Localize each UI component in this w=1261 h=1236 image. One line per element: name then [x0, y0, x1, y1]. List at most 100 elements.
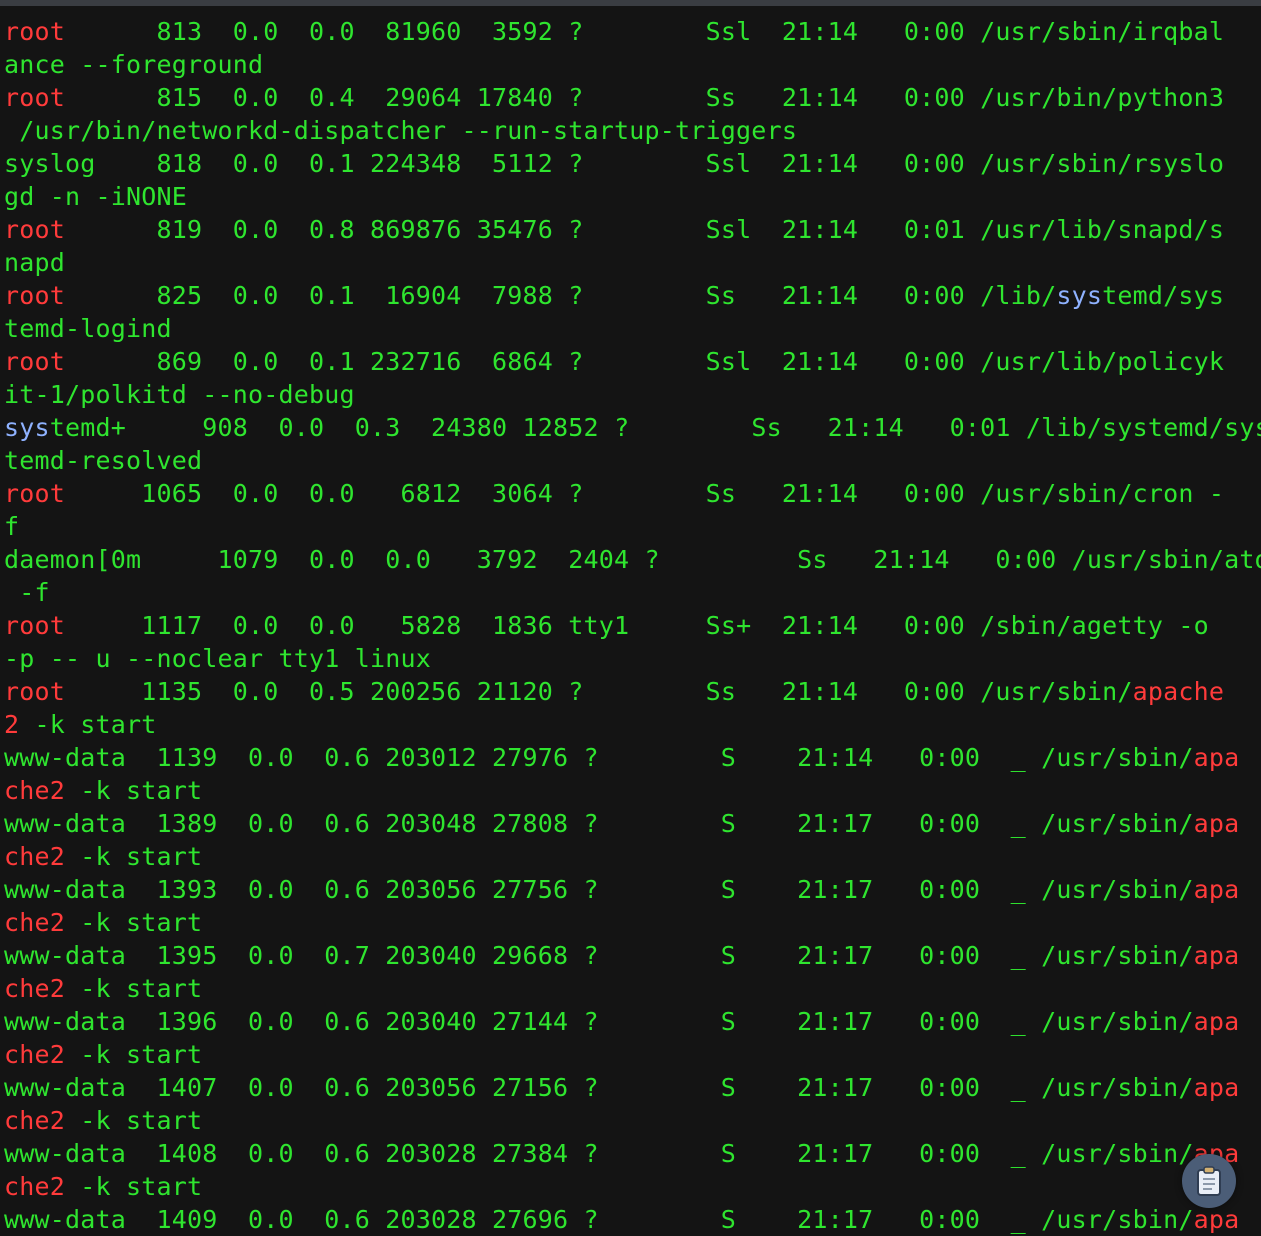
terminal-line: che2 -k start	[4, 1038, 1260, 1071]
terminal-line: www-data 1389 0.0 0.6 203048 27808 ? S 2…	[4, 807, 1260, 840]
terminal-text: www-data 1393 0.0 0.6 203056 27756 ? S 2…	[4, 875, 1194, 904]
terminal-text: /usr/bin/networkd-dispatcher --run-start…	[4, 116, 798, 145]
terminal-text: 869 0.0 0.1 232716 6864 ? Ssl 21:14 0:00…	[65, 347, 1225, 376]
terminal-text: apa	[1193, 875, 1240, 904]
terminal-text: che2	[4, 1172, 66, 1201]
terminal-text: root	[4, 215, 66, 244]
terminal-line: www-data 1408 0.0 0.6 203028 27384 ? S 2…	[4, 1137, 1260, 1170]
terminal-text: 825 0.0 0.1 16904 7988 ? Ss 21:14 0:00 /…	[65, 281, 1057, 310]
terminal-line: root 815 0.0 0.4 29064 17840 ? Ss 21:14 …	[4, 81, 1260, 114]
terminal-text: 1135 0.0 0.5 200256 21120 ? Ss 21:14 0:0…	[65, 677, 1133, 706]
terminal-text: apa	[1193, 941, 1240, 970]
clipboard-icon	[1197, 1166, 1221, 1196]
terminal-text: -k start	[65, 974, 203, 1003]
terminal-text: www-data 1395 0.0 0.7 203040 29668 ? S 2…	[4, 941, 1194, 970]
terminal-line: temd-resolved	[4, 444, 1260, 477]
terminal-text: www-data 1389 0.0 0.6 203048 27808 ? S 2…	[4, 809, 1194, 838]
terminal-text: -p -- u --noclear tty1 linux	[4, 644, 432, 673]
terminal-line: -p -- u --noclear tty1 linux	[4, 642, 1260, 675]
terminal-text: apa	[1193, 1007, 1240, 1036]
terminal-line: root 869 0.0 0.1 232716 6864 ? Ssl 21:14…	[4, 345, 1260, 378]
terminal-text: daemon[0m 1079 0.0 0.0 3792 2404 ? Ss 21…	[4, 545, 1261, 574]
terminal-line: gd -n -iNONE	[4, 180, 1260, 213]
terminal-line: che2 -k start	[4, 972, 1260, 1005]
terminal-line: it-1/polkitd --no-debug	[4, 378, 1260, 411]
terminal-line: temd-logind	[4, 312, 1260, 345]
terminal-line: root 825 0.0 0.1 16904 7988 ? Ss 21:14 0…	[4, 279, 1260, 312]
terminal-line: root 813 0.0 0.0 81960 3592 ? Ssl 21:14 …	[4, 15, 1260, 48]
terminal-text: it-1/polkitd --no-debug	[4, 380, 355, 409]
terminal-text: che2	[4, 1106, 66, 1135]
terminal-line: root 1135 0.0 0.5 200256 21120 ? Ss 21:1…	[4, 675, 1260, 708]
terminal-text: root	[4, 83, 66, 112]
terminal-line: syslog 818 0.0 0.1 224348 5112 ? Ssl 21:…	[4, 147, 1260, 180]
terminal-line: www-data 1407 0.0 0.6 203056 27156 ? S 2…	[4, 1071, 1260, 1104]
terminal-text: f	[4, 512, 20, 541]
terminal-text: apa	[1193, 1205, 1240, 1234]
terminal-line: www-data 1409 0.0 0.6 203028 27696 ? S 2…	[4, 1203, 1260, 1236]
terminal-text: -k start	[65, 842, 203, 871]
terminal-text: temd-resolved	[4, 446, 203, 475]
terminal-text: -k start	[65, 1040, 203, 1069]
terminal-line: che2 -k start	[4, 774, 1260, 807]
terminal-text: -k start	[65, 776, 203, 805]
terminal-text: sys	[4, 413, 50, 442]
terminal-text: temd/sys	[1102, 281, 1225, 310]
terminal-line: www-data 1139 0.0 0.6 203012 27976 ? S 2…	[4, 741, 1260, 774]
terminal-text: 815 0.0 0.4 29064 17840 ? Ss 21:14 0:00 …	[65, 83, 1225, 112]
terminal-text: che2	[4, 842, 66, 871]
terminal-line: www-data 1393 0.0 0.6 203056 27756 ? S 2…	[4, 873, 1260, 906]
terminal-text: apa	[1193, 1073, 1240, 1102]
terminal-line: che2 -k start	[4, 840, 1260, 873]
terminal-line: che2 -k start	[4, 1104, 1260, 1137]
terminal-text: che2	[4, 776, 66, 805]
terminal-line: daemon[0m 1079 0.0 0.0 3792 2404 ? Ss 21…	[4, 543, 1261, 576]
terminal-text: 2	[4, 710, 20, 739]
terminal-text: 819 0.0 0.8 869876 35476 ? Ssl 21:14 0:0…	[65, 215, 1225, 244]
terminal-text: -k start	[65, 1106, 203, 1135]
terminal-text: 1117 0.0 0.0 5828 1836 tty1 Ss+ 21:14 0:…	[65, 611, 1209, 640]
terminal-line: root 1065 0.0 0.0 6812 3064 ? Ss 21:14 0…	[4, 477, 1260, 510]
terminal-text: che2	[4, 908, 66, 937]
terminal-text: www-data 1396 0.0 0.6 203040 27144 ? S 2…	[4, 1007, 1194, 1036]
terminal-text: -f	[4, 578, 50, 607]
clipboard-button[interactable]	[1182, 1154, 1236, 1208]
terminal-line: root 819 0.0 0.8 869876 35476 ? Ssl 21:1…	[4, 213, 1260, 246]
terminal-text: temd-logind	[4, 314, 172, 343]
terminal-line: napd	[4, 246, 1260, 279]
terminal-text: 813 0.0 0.0 81960 3592 ? Ssl 21:14 0:00 …	[65, 17, 1225, 46]
terminal-text: -k start	[19, 710, 157, 739]
terminal-text: root	[4, 677, 66, 706]
terminal-line: che2 -k start	[4, 906, 1260, 939]
terminal-text: root	[4, 479, 66, 508]
terminal-text: apa	[1193, 809, 1240, 838]
terminal-text: www-data 1408 0.0 0.6 203028 27384 ? S 2…	[4, 1139, 1194, 1168]
terminal-text: -k start	[65, 908, 203, 937]
terminal-line: f	[4, 510, 1260, 543]
terminal-text: temd+ 908 0.0 0.3 24380 12852 ? Ss 21:14…	[49, 413, 1261, 442]
terminal-line: www-data 1396 0.0 0.6 203040 27144 ? S 2…	[4, 1005, 1260, 1038]
terminal-text: root	[4, 611, 66, 640]
window-top-strip	[0, 0, 1261, 6]
terminal-output[interactable]: root 813 0.0 0.0 81960 3592 ? Ssl 21:14 …	[4, 15, 1261, 1236]
terminal-text: 1065 0.0 0.0 6812 3064 ? Ss 21:14 0:00 /…	[65, 479, 1225, 508]
terminal-text: www-data 1407 0.0 0.6 203056 27156 ? S 2…	[4, 1073, 1194, 1102]
terminal-text: www-data 1409 0.0 0.6 203028 27696 ? S 2…	[4, 1205, 1194, 1234]
terminal-line: 2 -k start	[4, 708, 1260, 741]
terminal-line: che2 -k start	[4, 1170, 1260, 1203]
terminal-text: root	[4, 347, 66, 376]
terminal-text: sys	[1056, 281, 1103, 310]
terminal-text: www-data 1139 0.0 0.6 203012 27976 ? S 2…	[4, 743, 1194, 772]
terminal-line: /usr/bin/networkd-dispatcher --run-start…	[4, 114, 1260, 147]
terminal-text: apache	[1132, 677, 1225, 706]
terminal-line: www-data 1395 0.0 0.7 203040 29668 ? S 2…	[4, 939, 1260, 972]
terminal-text: ance --foreground	[4, 50, 264, 79]
terminal-text: root	[4, 17, 66, 46]
terminal-line: -f	[4, 576, 1260, 609]
terminal-line: systemd+ 908 0.0 0.3 24380 12852 ? Ss 21…	[4, 411, 1261, 444]
terminal-text: che2	[4, 1040, 66, 1069]
terminal-text: apa	[1193, 743, 1240, 772]
terminal-text: root	[4, 281, 66, 310]
terminal-line: root 1117 0.0 0.0 5828 1836 tty1 Ss+ 21:…	[4, 609, 1260, 642]
terminal-text: -k start	[65, 1172, 203, 1201]
